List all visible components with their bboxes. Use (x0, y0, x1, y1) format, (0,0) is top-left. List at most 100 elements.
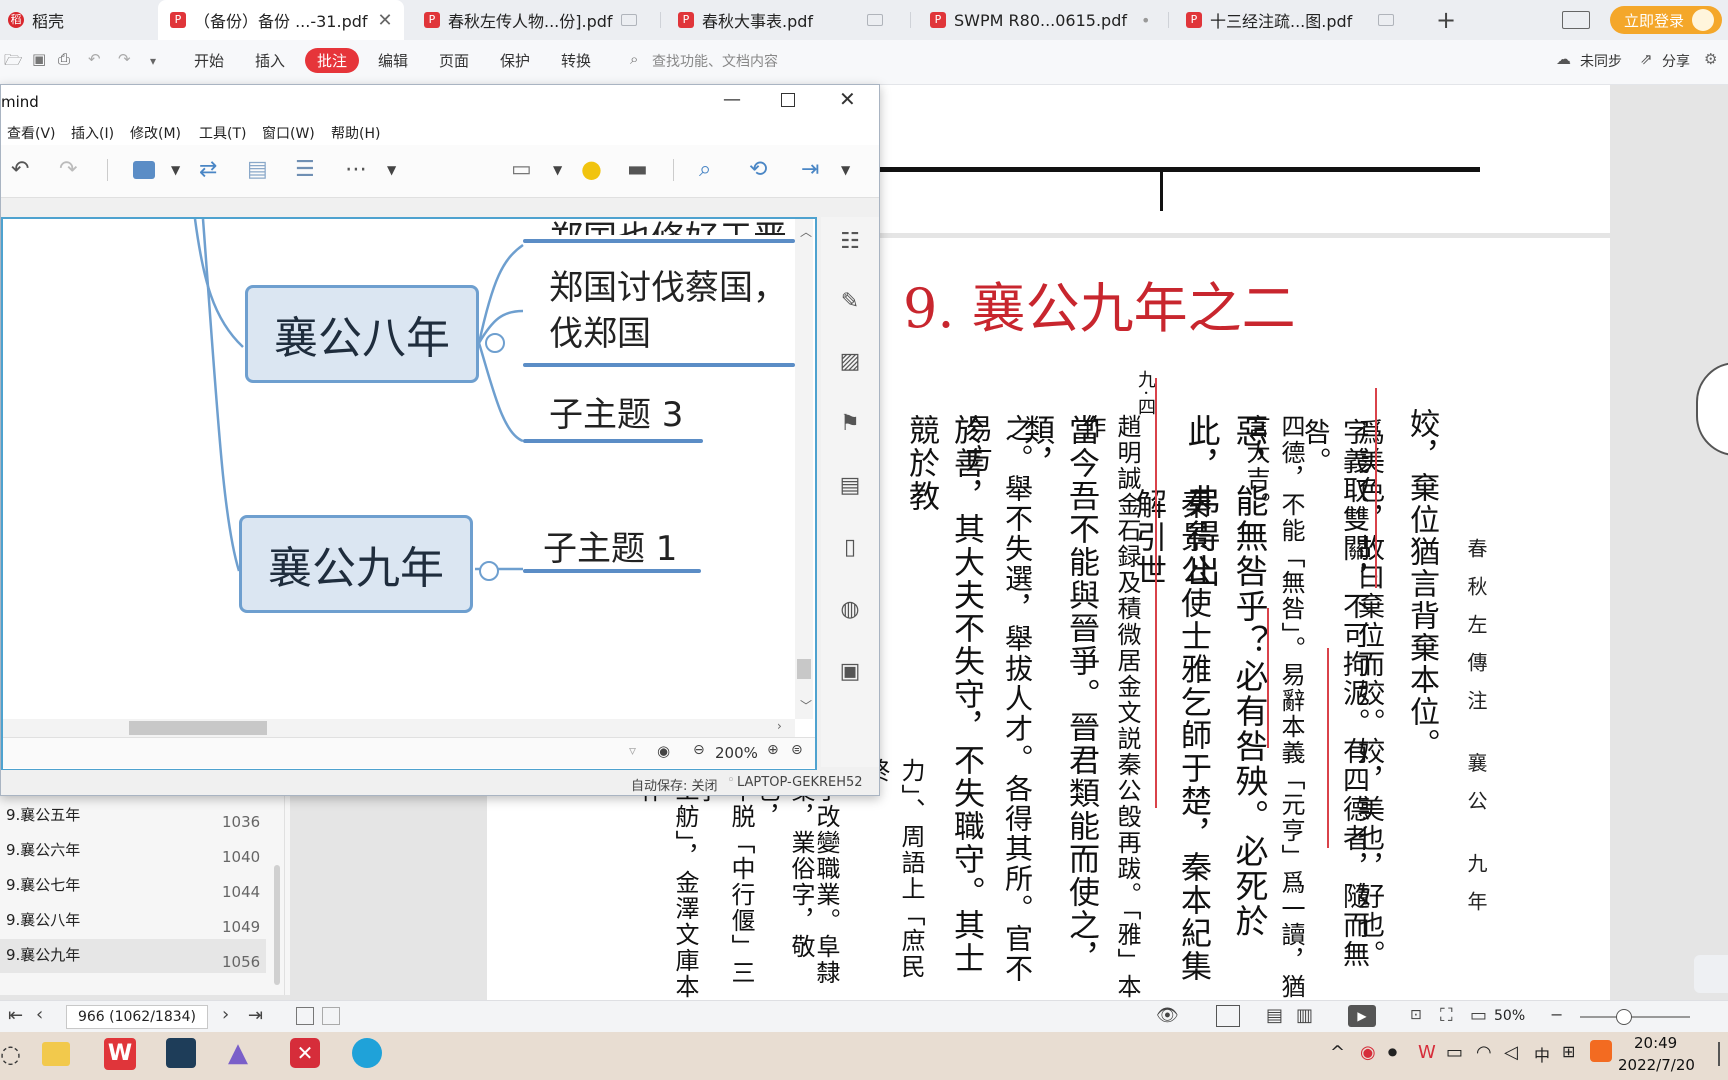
close-icon[interactable]: ✕ (378, 10, 393, 31)
outline-scrollbar[interactable] (274, 865, 280, 985)
outline-item[interactable]: 9.襄公五年 1036 (0, 799, 270, 831)
mindmap-canvas[interactable]: 郑国也修好于晋, 襄公八年 郑国讨伐蔡国， 伐郑国 子主题 3 襄公九年 子主题… (1, 217, 817, 771)
close-icon[interactable]: ✕ (839, 87, 856, 111)
subtopic-1[interactable]: 子主题 1 (543, 521, 677, 570)
forward-icon[interactable] (322, 1007, 340, 1025)
share-icon[interactable]: ⟲ (749, 157, 767, 182)
chevron-down-icon[interactable]: ▼ (553, 163, 562, 177)
vertical-scrollbar[interactable]: ︿ ﹀ (795, 219, 813, 719)
fit-width-icon[interactable]: ▭ (1470, 1005, 1487, 1026)
scrollbar-thumb[interactable] (797, 659, 811, 679)
floating-panel-handle[interactable] (1694, 955, 1728, 993)
ribbon-tab-insert[interactable]: 插入 (255, 50, 285, 71)
ribbon-tab-page[interactable]: 页面 (439, 50, 469, 71)
record-icon[interactable]: ◉ (1360, 1042, 1376, 1063)
microphone-icon[interactable]: ⏺ (1388, 1042, 1397, 1063)
subtopic-line[interactable]: 郑国讨伐蔡国， (549, 265, 787, 311)
save-icon[interactable]: ▣ (32, 50, 46, 68)
ribbon-tab-annotate[interactable]: 批注 (305, 48, 360, 73)
sogou-icon[interactable] (1590, 1040, 1612, 1062)
volume-icon[interactable]: ◁ (1504, 1042, 1518, 1063)
collapse-toggle[interactable] (485, 333, 505, 353)
menu-window[interactable]: 窗口(W) (262, 123, 315, 143)
tab-pdf-4[interactable]: P SWPM R80...0615.pdf • (930, 0, 1150, 40)
mountain-app-icon[interactable]: ▲ (228, 1038, 248, 1068)
ime-mode-icon[interactable]: ⊞ (1562, 1042, 1575, 1061)
next-page-icon[interactable]: › (222, 1004, 229, 1025)
outline-item-selected[interactable]: 9.襄公九年 1056 (0, 939, 266, 973)
tab-pdf-5[interactable]: P 十三经注疏...图.pdf (1186, 0, 1395, 40)
chevron-down-icon[interactable]: ▼ (387, 163, 396, 177)
wps-office-icon[interactable]: W (104, 1038, 136, 1070)
outline-panel-icon[interactable]: ☷ (837, 229, 863, 255)
fit-page-icon[interactable]: ⛶ (1440, 1005, 1453, 1026)
ribbon-tab-protect[interactable]: 保护 (500, 50, 530, 71)
menu-insert[interactable]: 插入(I) (71, 123, 114, 143)
eye-icon[interactable]: 👁 (1156, 1005, 1179, 1026)
search-icon[interactable]: ⌕ (699, 157, 711, 182)
tab-pdf-3[interactable]: P 春秋大事表.pdf (678, 0, 884, 40)
clock-time[interactable]: 20:49 (1634, 1034, 1677, 1052)
dual-page-icon[interactable]: ▥ (1296, 1005, 1313, 1026)
zoom-out-icon[interactable]: ⊖ (693, 742, 705, 758)
subtopic-line[interactable]: 伐郑国 (549, 311, 651, 357)
topic-icon[interactable] (133, 161, 155, 179)
scrollbar-thumb[interactable] (129, 721, 267, 735)
chevron-up-icon[interactable]: ^ (1330, 1042, 1345, 1063)
first-page-icon[interactable]: ⇤ (8, 1005, 23, 1026)
chevron-down-icon[interactable]: ▾ (150, 54, 156, 68)
chevron-down-icon[interactable]: ▼ (171, 163, 180, 177)
topic-xianggong-9[interactable]: 襄公九年 (239, 515, 473, 613)
undo-icon[interactable]: ↶ (88, 50, 101, 68)
window-layout-icon[interactable] (1562, 0, 1590, 40)
prev-page-icon[interactable]: ‹ (36, 1004, 43, 1025)
image-icon[interactable]: ▨ (837, 349, 863, 375)
maximize-icon[interactable] (781, 93, 795, 107)
subtopic-3[interactable]: 子主题 3 (549, 387, 683, 436)
presentation-icon[interactable]: ▭ (511, 157, 532, 182)
terminal-app-icon[interactable] (166, 1038, 196, 1068)
chevron-down-icon[interactable]: ﹀ (800, 697, 812, 714)
login-button[interactable]: 立即登录 (1610, 6, 1722, 34)
clock-date[interactable]: 2022/7/20 (1618, 1056, 1695, 1074)
lightbulb-icon[interactable]: ● (581, 155, 602, 183)
relationship-icon[interactable]: ⇄ (199, 157, 217, 182)
single-page-icon[interactable] (1216, 1005, 1240, 1027)
notes-icon[interactable]: ▯ (837, 535, 863, 561)
ribbon-tab-edit[interactable]: 编辑 (378, 50, 408, 71)
style-icon[interactable]: ▤ (837, 473, 863, 499)
ribbon-tab-start[interactable]: 开始 (194, 50, 224, 71)
zoom-level[interactable]: 50% (1494, 1008, 1525, 1024)
gear-icon[interactable]: ⚙ (1704, 50, 1717, 68)
play-icon[interactable]: ▶ (1348, 1005, 1376, 1027)
battery-icon[interactable]: ▭ (1446, 1042, 1463, 1063)
wps-tray-icon[interactable]: W (1418, 1042, 1436, 1063)
chevron-right-icon[interactable]: › (777, 719, 782, 733)
subtopic-partial[interactable]: 郑国也修好于晋, (549, 207, 798, 235)
ribbon-tab-convert[interactable]: 转换 (561, 50, 591, 71)
menu-help[interactable]: 帮助(H) (331, 123, 380, 143)
export-icon[interactable]: ⇥ (801, 157, 819, 182)
page-input[interactable]: 966 (1062/1834) (66, 1005, 208, 1029)
fit-icon[interactable]: ⊜ (791, 742, 803, 758)
actual-size-icon[interactable]: ⊡ (1410, 1007, 1422, 1023)
topic-xianggong-8[interactable]: 襄公八年 (245, 285, 479, 383)
flag-icon[interactable]: ⚑ (837, 411, 863, 437)
comment-icon[interactable]: ◍ (837, 597, 863, 623)
eye-icon[interactable]: ◉ (657, 742, 670, 760)
filter-icon[interactable]: ▿ (629, 743, 636, 759)
tab-docer-home[interactable]: 稻 稻壳 (8, 0, 64, 40)
input-method-icon[interactable]: 中 (1534, 1042, 1550, 1066)
undo-icon[interactable]: ↶ (11, 157, 29, 182)
menu-modify[interactable]: 修改(M) (130, 123, 181, 143)
more-icon[interactable]: ⋯ (345, 157, 367, 182)
collapse-toggle[interactable] (479, 561, 499, 581)
tab-pdf-2[interactable]: P 春秋左传人物...份].pdf (424, 0, 637, 40)
format-brush-icon[interactable]: ✎ (837, 289, 863, 315)
zoom-in-icon[interactable]: ⊕ (767, 742, 779, 758)
summary-icon[interactable]: ☰ (295, 157, 315, 182)
print-icon[interactable]: ⎙ (58, 50, 70, 68)
task-icon[interactable]: ▣ (837, 659, 863, 685)
share-button[interactable]: 分享 (1662, 51, 1690, 71)
show-desktop-button[interactable] (1718, 1042, 1720, 1066)
